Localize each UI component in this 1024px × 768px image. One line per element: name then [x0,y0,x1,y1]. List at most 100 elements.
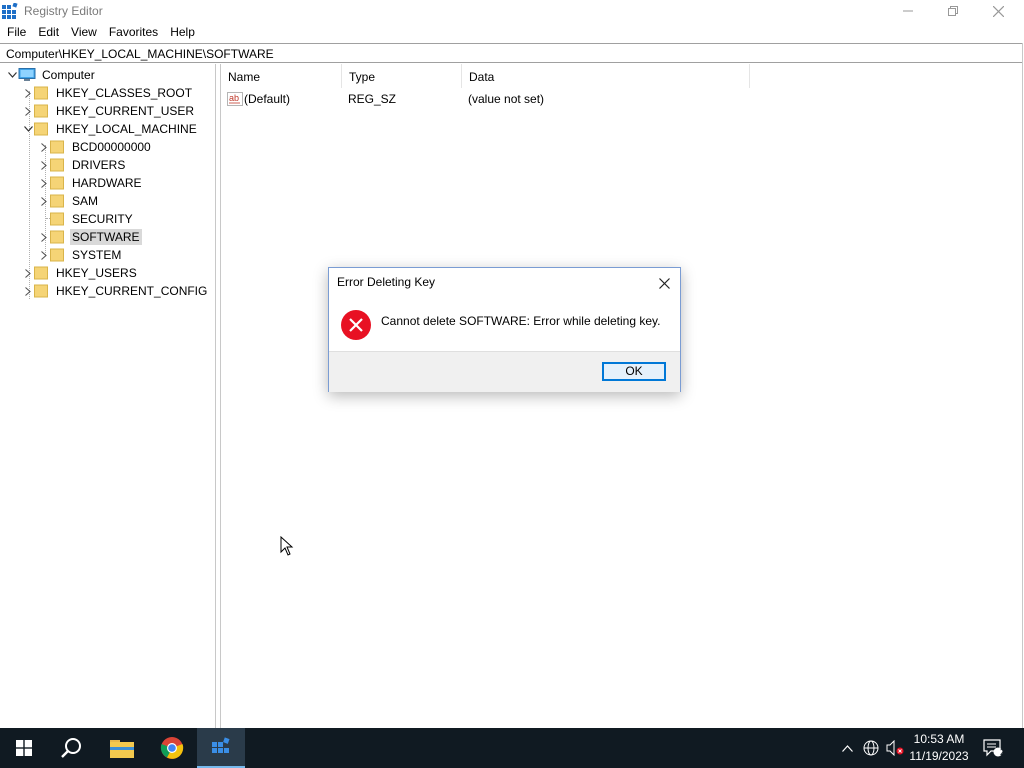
tree-item-hkey-classes-root[interactable]: HKEY_CLASSES_ROOT [22,84,194,102]
chevron-right-icon[interactable] [22,84,34,102]
restore-button[interactable] [930,0,976,22]
title-bar: Registry Editor [0,0,1024,22]
tree-item-drivers[interactable]: DRIVERS [38,156,127,174]
folder-icon [50,194,64,208]
error-dialog: Error Deleting Key Cannot delete SOFTWAR… [328,267,681,392]
tree-item-computer[interactable]: Computer [6,66,97,84]
chrome-icon [160,737,184,759]
tree-item-sam[interactable]: SAM [38,192,100,210]
tree-item-security[interactable]: SECURITY [38,210,135,228]
column-header-type[interactable]: Type [342,64,462,88]
list-header: Name Type Data [221,64,1022,88]
tree-item-software[interactable]: SOFTWARE [38,228,142,246]
system-clock[interactable]: 10:53 AM 11/19/2023 [906,731,972,765]
menu-file[interactable]: File [0,22,32,42]
menu-edit[interactable]: Edit [32,22,65,42]
window-title: Registry Editor [24,4,103,18]
chevron-down-icon[interactable] [6,66,18,84]
ok-button[interactable]: OK [602,362,666,381]
tree-item-label: HKEY_LOCAL_MACHINE [56,122,197,136]
tree-item-bcd00000000[interactable]: BCD00000000 [38,138,153,156]
tree-item-label: SECURITY [72,212,133,226]
search-icon [61,738,81,758]
chevron-down-icon[interactable] [22,120,34,138]
tree-item-system[interactable]: SYSTEM [38,246,123,264]
volume-button[interactable] [884,728,906,768]
minimize-button[interactable] [885,0,931,22]
menu-bar: File Edit View Favorites Help [0,22,1024,42]
dialog-close-button[interactable] [648,268,680,298]
tree-item-label: HKEY_CURRENT_CONFIG [56,284,208,298]
dialog-message: Cannot delete SOFTWARE: Error while dele… [381,314,661,328]
network-button[interactable] [860,728,882,768]
folder-icon [50,158,64,172]
tree-item-label: HARDWARE [72,176,142,190]
folder-icon [50,176,64,190]
tree-item-hkey-local-machine[interactable]: HKEY_LOCAL_MACHINE [22,120,199,138]
folder-icon [50,248,64,262]
chevron-right-icon[interactable] [38,228,50,246]
tree-item-hkey-current-config[interactable]: HKEY_CURRENT_CONFIG [22,282,209,300]
folder-icon [34,284,48,298]
error-icon [340,309,372,341]
action-center-button[interactable]: 2 [978,728,1008,768]
network-globe-icon [863,740,879,756]
tree-item-label: HKEY_USERS [56,266,137,280]
notification-count: 2 [1000,747,1006,757]
clock-date: 11/19/2023 [909,749,969,763]
tree-item-label: HKEY_CURRENT_USER [56,104,195,118]
folder-icon [50,230,64,244]
show-hidden-icons-button[interactable] [838,728,856,768]
computer-icon [18,68,36,82]
start-icon [16,740,32,756]
file-explorer-icon [110,740,134,758]
tree-item-label: Computer [42,68,95,82]
taskbar: 10:53 AM 11/19/2023 2 [0,728,1024,768]
mouse-cursor-icon [280,536,294,556]
svg-text:ab: ab [229,93,239,103]
value-name: (Default) [244,92,291,106]
address-bar[interactable]: Computer\HKEY_LOCAL_MACHINE\SOFTWARE [0,43,1022,63]
chevron-right-icon[interactable] [38,156,50,174]
tree-item-label: BCD00000000 [72,140,151,154]
start-button[interactable] [0,728,48,768]
chevron-right-icon[interactable] [38,246,50,264]
search-button[interactable] [48,728,96,768]
close-icon [658,277,670,289]
clock-time: 10:53 AM [913,732,965,746]
chevron-right-icon[interactable] [22,102,34,120]
string-value-icon: ab [227,91,243,107]
column-header-name[interactable]: Name [221,64,342,88]
tree-item-label: SYSTEM [72,248,122,262]
value-data: (value not set) [468,92,545,106]
close-button[interactable] [975,0,1021,22]
taskbar-chrome[interactable] [148,728,196,768]
chevron-right-icon[interactable] [38,138,50,156]
list-row[interactable]: ab (Default) REG_SZ (value not set) [221,90,1022,108]
dialog-footer: OK [329,351,680,392]
column-header-data[interactable]: Data [462,64,750,88]
menu-favorites[interactable]: Favorites [103,22,164,42]
registry-editor-icon [2,3,18,19]
tree-item-hardware[interactable]: HARDWARE [38,174,144,192]
tree-pane: Computer HKEY_CLASSES_ROOT HKEY_CURRENT_… [0,64,216,728]
folder-icon [34,266,48,280]
chevron-up-icon [841,744,853,752]
menu-help[interactable]: Help [164,22,201,42]
taskbar-file-explorer[interactable] [98,728,146,768]
folder-icon [34,86,48,100]
restore-icon [948,6,958,16]
tree-item-label: SOFTWARE [70,229,142,245]
minimize-icon [903,10,913,12]
folder-icon [50,140,64,154]
close-icon [992,5,1004,17]
tree-item-hkey-current-user[interactable]: HKEY_CURRENT_USER [22,102,196,120]
folder-icon [34,104,48,118]
chevron-right-icon[interactable] [22,264,34,282]
taskbar-registry-editor[interactable] [197,728,245,768]
chevron-right-icon[interactable] [22,282,34,300]
chevron-right-icon[interactable] [38,174,50,192]
tree-item-hkey-users[interactable]: HKEY_USERS [22,264,139,282]
menu-view[interactable]: View [65,22,103,42]
chevron-right-icon[interactable] [38,192,50,210]
